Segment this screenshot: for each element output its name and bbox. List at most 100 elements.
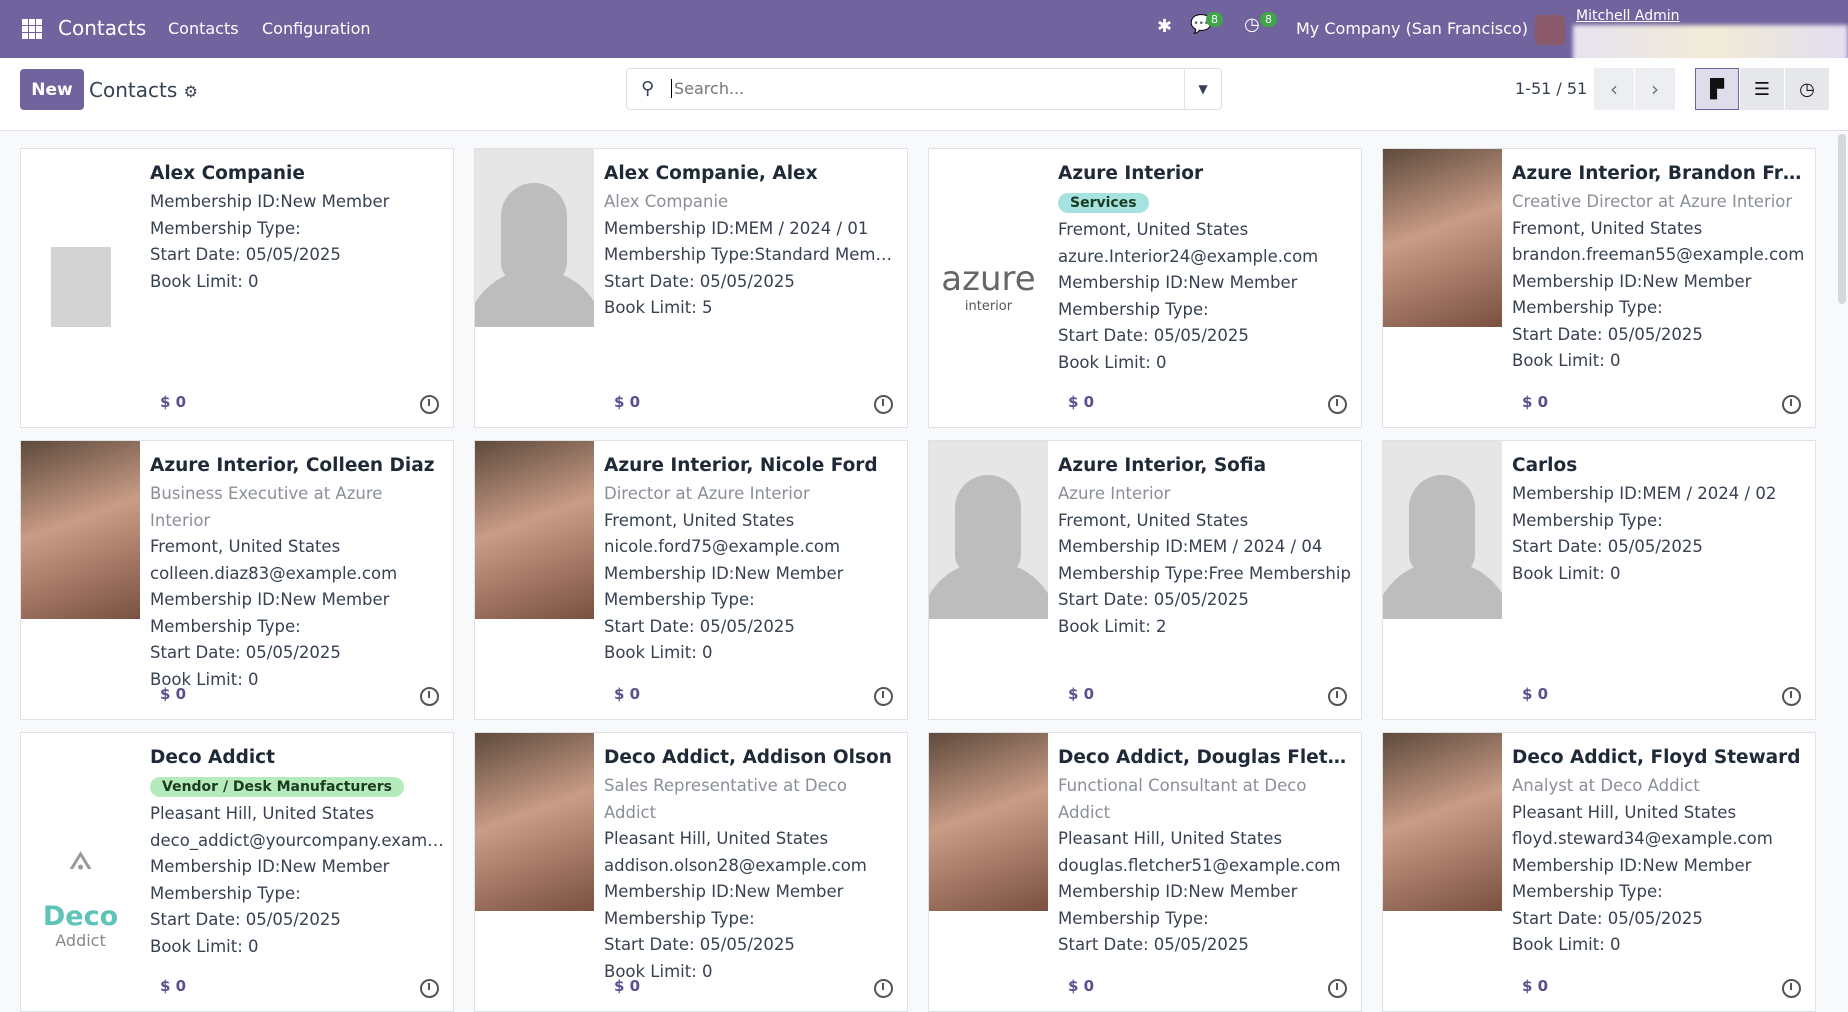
- contact-field: Book Limit: 0: [604, 643, 713, 662]
- app-menu-icon[interactable]: [22, 19, 42, 39]
- contact-field: Membership ID:MEM / 2024 / 04: [1058, 537, 1323, 556]
- contact-card[interactable]: Azure Interior, Sofia Azure Interior Fremo…: [928, 440, 1362, 720]
- contact-field: Membership Type:: [1512, 510, 1663, 530]
- card-body: Azure Interior Services Fremont, United St…: [1058, 161, 1353, 376]
- contact-subtitle: Creative Director at Azure Interior: [1512, 192, 1793, 211]
- contact-card[interactable]: Azure Interior, Brandon Freeman Creative …: [1382, 148, 1816, 428]
- activity-clock-icon[interactable]: [420, 979, 439, 998]
- search-icon: ⚲: [641, 78, 655, 99]
- card-body: Carlos Membership ID:MEM / 2024 / 02 Membe…: [1512, 453, 1807, 587]
- contact-field: Fremont, United States: [604, 510, 795, 530]
- activities-badge: 8: [1260, 12, 1277, 27]
- activity-view-button[interactable]: ◷: [1785, 68, 1829, 110]
- scrollbar[interactable]: [1838, 134, 1846, 304]
- contact-field: Fremont, United States: [150, 537, 341, 556]
- contact-card[interactable]: Deco Addict, Douglas Fletcher Functional …: [928, 732, 1362, 1012]
- user-avatar[interactable]: [1535, 15, 1565, 45]
- contact-field: Membership Type:: [1058, 908, 1209, 928]
- contact-field: Start Date: 05/05/2025: [1058, 590, 1249, 609]
- contact-card[interactable]: azure interior Azure Interior Services Fremo…: [928, 148, 1362, 428]
- contact-card[interactable]: ⟑ Deco Addict Deco Addict Vendor / Desk Manu…: [20, 732, 454, 1012]
- contact-card[interactable]: Deco Addict, Floyd Steward Analyst at Dec…: [1382, 732, 1816, 1012]
- app-title[interactable]: Contacts: [58, 16, 146, 40]
- category-tag: Vendor / Desk Manufacturers: [150, 777, 405, 797]
- contact-photo: [929, 733, 1048, 911]
- gear-icon[interactable]: ⚙: [184, 82, 198, 101]
- activity-clock-icon[interactable]: [1328, 687, 1347, 706]
- pager-previous-button[interactable]: ‹: [1594, 68, 1634, 110]
- contact-name: Alex Companie, Alex: [604, 163, 818, 184]
- activity-clock-icon[interactable]: [1328, 395, 1347, 414]
- pager-next-button[interactable]: ›: [1635, 68, 1675, 110]
- contact-subtitle: Analyst at Deco Addict: [1512, 776, 1700, 795]
- pager-value[interactable]: 1-51 / 51: [1515, 79, 1587, 98]
- card-body: Azure Interior, Colleen Diaz Business Exe…: [150, 453, 445, 693]
- contact-field: Start Date: 05/05/2025: [1058, 326, 1249, 345]
- contact-field: Book Limit: 0: [1512, 935, 1621, 954]
- contact-name: Azure Interior, Nicole Ford: [604, 455, 878, 476]
- control-panel: New Contacts ⚙ ⚲ ▼ 1-51 / 51 ‹ › ▛ ☰ ◷: [0, 58, 1848, 131]
- avatar-placeholder-icon: [1383, 441, 1502, 619]
- contact-card[interactable]: Deco Addict, Addison Olson Sales Represen…: [474, 732, 908, 1012]
- activity-clock-icon[interactable]: ◷: [1244, 14, 1260, 35]
- contact-field: Membership ID:New Member: [604, 882, 844, 901]
- contact-subtitle: Sales Representative at Deco Addict: [604, 776, 847, 822]
- contact-name: Azure Interior, Sofia: [1058, 455, 1267, 476]
- contact-field: Book Limit: 0: [150, 669, 259, 689]
- company-logo: azure interior: [929, 149, 1048, 327]
- contact-field: Pleasant Hill, United States: [1512, 802, 1737, 822]
- avatar-placeholder-icon: [475, 149, 594, 327]
- activity-clock-icon[interactable]: [874, 687, 893, 706]
- contact-card[interactable]: Alex Companie, Alex Alex Companie Membersh…: [474, 148, 908, 428]
- contact-name: Deco Addict, Floyd Steward: [1512, 747, 1801, 768]
- contact-field: Membership Type:: [150, 218, 301, 238]
- contact-field: Membership ID:MEM / 2024 / 01: [604, 218, 869, 238]
- user-name[interactable]: Mitchell Admin: [1576, 8, 1680, 24]
- breadcrumb-title: Contacts: [89, 78, 178, 102]
- contact-field: Start Date: 05/05/2025: [604, 271, 795, 291]
- contact-field: Start Date: 05/05/2025: [1512, 908, 1703, 928]
- bug-icon[interactable]: ✱: [1157, 16, 1172, 37]
- contact-card[interactable]: Azure Interior, Colleen Diaz Business Exe…: [20, 440, 454, 720]
- menu-configuration[interactable]: Configuration: [262, 19, 371, 38]
- activity-clock-icon[interactable]: [874, 395, 893, 414]
- contact-field: Book Limit: 0: [1512, 563, 1621, 583]
- search-input[interactable]: [671, 79, 1131, 98]
- activity-clock-icon[interactable]: [420, 395, 439, 414]
- contact-field: Book Limit: 5: [604, 298, 713, 317]
- card-body: Alex Companie, Alex Alex Companie Membersh…: [604, 161, 899, 322]
- activity-clock-icon[interactable]: [1782, 395, 1801, 414]
- amount-value: $ 0: [160, 977, 187, 995]
- contact-field: Membership ID:New Member: [1058, 882, 1298, 901]
- contact-field: Membership ID:New Member: [1512, 855, 1752, 875]
- activity-clock-icon[interactable]: [1328, 979, 1347, 998]
- activity-clock-icon[interactable]: [1782, 979, 1801, 998]
- contact-field: Membership Type:Free Membership: [1058, 563, 1351, 583]
- contact-field: brandon.freeman55@example.com: [1512, 245, 1805, 264]
- contact-field: Pleasant Hill, United States: [150, 804, 375, 823]
- contact-field: Start Date: 05/05/2025: [1512, 537, 1703, 556]
- contact-field: Membership Type:: [604, 908, 755, 928]
- activity-clock-icon[interactable]: [1782, 687, 1801, 706]
- contact-name: Deco Addict, Addison Olson: [604, 747, 892, 768]
- contact-field: Membership Type:: [150, 883, 301, 903]
- company-switcher[interactable]: My Company (San Francisco): [1296, 19, 1528, 38]
- new-button[interactable]: New: [20, 69, 84, 110]
- card-body: Alex Companie Membership ID:New Member Mem…: [150, 161, 445, 295]
- activity-clock-icon[interactable]: [420, 687, 439, 706]
- amount-value: $ 0: [614, 685, 641, 703]
- contact-card[interactable]: Azure Interior, Nicole Ford Director at A…: [474, 440, 908, 720]
- search-options-dropdown[interactable]: ▼: [1184, 69, 1221, 109]
- contact-field: Membership Type:: [604, 590, 755, 609]
- breadcrumb: Contacts ⚙: [89, 78, 198, 102]
- contact-field: Book Limit: 2: [1058, 616, 1167, 636]
- contact-name: Alex Companie: [150, 163, 305, 184]
- list-view-button[interactable]: ☰: [1740, 68, 1784, 110]
- contact-card[interactable]: Carlos Membership ID:MEM / 2024 / 02 Membe…: [1382, 440, 1816, 720]
- card-body: Deco Addict, Addison Olson Sales Represen…: [604, 745, 899, 985]
- contact-card[interactable]: Alex Companie Membership ID:New Member Mem…: [20, 148, 454, 428]
- activity-clock-icon[interactable]: [874, 979, 893, 998]
- menu-contacts[interactable]: Contacts: [168, 19, 239, 38]
- messages-badge: 8: [1206, 12, 1223, 27]
- kanban-view-button[interactable]: ▛: [1695, 68, 1739, 110]
